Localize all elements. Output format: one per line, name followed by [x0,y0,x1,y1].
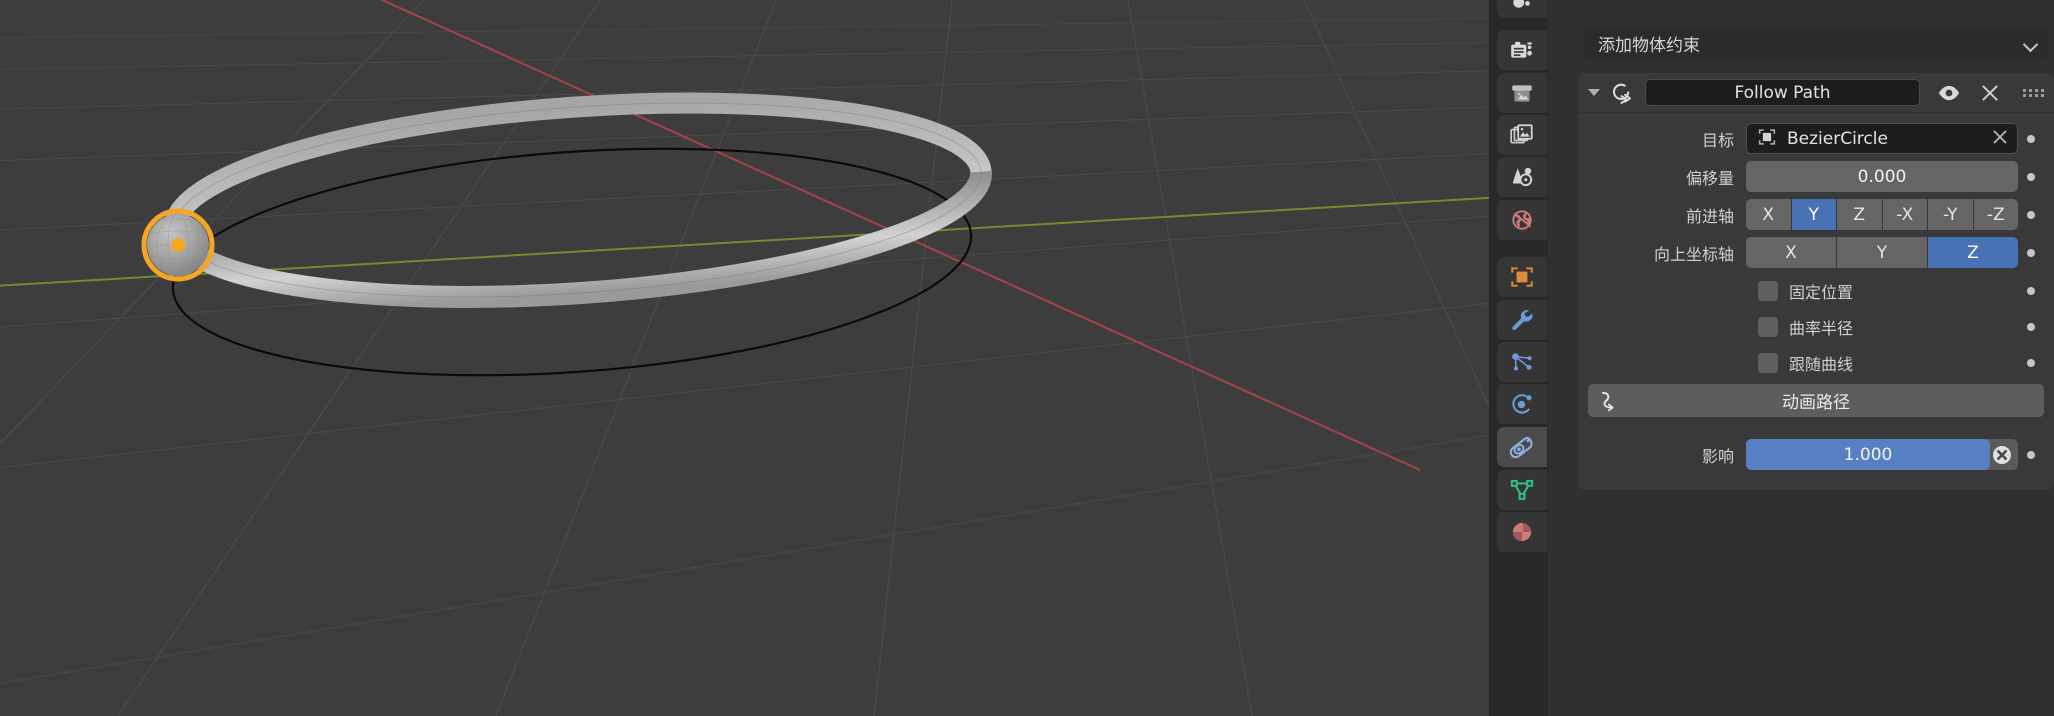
up-axis-option-y[interactable]: Y [1837,237,1927,268]
follow-curve-label: 跟随曲线 [1789,354,1854,374]
material-sphere-icon [1512,522,1532,542]
blender-window: 添加物体约束 Follow Path 目标 BezierCircle 偏移量 0… [0,0,2054,716]
offset-label: 偏移量 [1685,168,1734,188]
eye-icon[interactable] [1936,80,1962,106]
influence-value: 1.000 [1843,444,1893,465]
follow-path-icon [1609,80,1635,106]
view-layer-images-icon [1510,124,1533,144]
object-square-icon [1511,267,1533,287]
up-axis-enum: X Y Z [1746,237,2018,268]
constraint-body: 目标 BezierCircle 偏移量 0.000 前进轴 X Y Z -X -… [1578,113,2054,490]
target-object-name: BezierCircle [1787,128,1888,149]
scene-cone-icon [1512,167,1533,187]
properties-tab-strip [1489,0,1548,716]
influence-row: 影响 1.000 [1578,439,2054,470]
follow-curve-decorator[interactable] [2018,358,2044,367]
object-picker-icon [1756,126,1778,152]
tab-output[interactable] [1497,73,1547,113]
forward-axis-label: 前进轴 [1685,206,1734,226]
constraint-icon [1509,436,1533,459]
curve-radius-label: 曲率半径 [1789,318,1854,338]
object-origin-dot [171,238,185,252]
tab-world[interactable] [1497,200,1547,240]
tab-material[interactable] [1497,512,1547,552]
world-globe-icon [1512,210,1532,230]
up-axis-option-z[interactable]: Z [1928,237,2018,268]
curve-radius-row: 曲率半径 [1578,311,2054,342]
influence-clear-button[interactable] [1986,439,2018,470]
tab-modifiers[interactable] [1497,300,1547,340]
curve-radius-checkbox[interactable] [1758,316,1778,337]
constraint-name-value: Follow Path [1734,82,1831,103]
offset-value: 0.000 [1857,166,1907,187]
viewport-canvas [0,0,1489,716]
render-camera-icon [1511,41,1532,58]
animate-path-icon [1598,388,1624,414]
add-constraint-label: 添加物体约束 [1598,36,1700,56]
animate-path-label: 动画路径 [1782,393,1850,413]
constraint-header: Follow Path [1578,73,2054,113]
particles-icon [1512,353,1532,371]
tab-tool[interactable] [1497,0,1547,18]
target-object-field[interactable]: BezierCircle [1746,123,2018,154]
sphere-mesh[interactable] [141,208,215,282]
tab-particles[interactable] [1497,342,1547,382]
add-constraint-dropdown[interactable]: 添加物体约束 [1584,28,2048,59]
forward-axis-row: 前进轴 X Y Z -X -Y -Z [1578,199,2054,230]
up-axis-decorator[interactable] [2018,248,2044,257]
forward-axis-option-neg-y[interactable]: -Y [1928,199,1973,230]
tab-physics[interactable] [1497,384,1547,424]
tool-icon [1513,0,1530,8]
up-axis-row: 向上坐标轴 X Y Z [1578,237,2054,268]
target-decorator[interactable] [2018,134,2044,143]
constraint-name-input[interactable]: Follow Path [1645,79,1920,106]
offset-decorator[interactable] [2018,172,2044,181]
fixed-position-label: 固定位置 [1789,282,1854,302]
influence-slider[interactable]: 1.000 [1746,439,1990,470]
forward-axis-option-neg-x[interactable]: -X [1882,199,1927,230]
forward-axis-option-x[interactable]: X [1746,199,1791,230]
chevron-down-icon [2024,37,2038,51]
tab-data[interactable] [1497,470,1547,510]
fixed-position-checkbox[interactable] [1758,280,1778,301]
offset-value-field[interactable]: 0.000 [1746,161,2018,192]
tab-scene[interactable] [1497,157,1547,197]
drag-dots-icon[interactable] [2020,84,2044,102]
curve-radius-decorator[interactable] [2018,322,2044,331]
up-axis-label: 向上坐标轴 [1653,244,1734,264]
wrench-icon [1512,310,1533,331]
data-triangle-icon [1510,479,1534,500]
properties-content: 添加物体约束 Follow Path 目标 BezierCircle 偏移量 0… [1548,0,2054,716]
influence-label: 影响 [1701,446,1734,466]
target-label: 目标 [1701,130,1734,150]
tab-render[interactable] [1497,30,1547,70]
follow-path-constraint-panel: Follow Path 目标 BezierCircle 偏移量 0.000 前进… [1578,73,2054,490]
influence-decorator[interactable] [2018,450,2044,459]
target-row: 目标 BezierCircle [1578,123,2054,154]
tab-object[interactable] [1497,257,1547,297]
output-printer-icon [1512,85,1532,102]
follow-curve-checkbox[interactable] [1758,352,1778,373]
close-x-icon[interactable] [1978,81,2002,105]
forward-axis-option-y[interactable]: Y [1791,199,1836,230]
forward-axis-option-z[interactable]: Z [1837,199,1882,230]
fixed-position-row: 固定位置 [1578,275,2054,306]
triangle-down-icon[interactable] [1588,89,1600,96]
target-clear-icon[interactable] [1989,126,2011,152]
follow-curve-row: 跟随曲线 [1578,347,2054,378]
tab-constraints[interactable] [1497,427,1547,467]
tab-view-layer[interactable] [1497,115,1547,155]
3d-viewport[interactable] [0,0,1489,716]
animate-path-button[interactable]: 动画路径 [1588,384,2044,417]
forward-axis-option-neg-z[interactable]: -Z [1973,199,2018,230]
fixed-position-decorator[interactable] [2018,286,2044,295]
forward-axis-decorator[interactable] [2018,210,2044,219]
up-axis-option-x[interactable]: X [1746,237,1836,268]
physics-orbit-icon [1512,394,1532,414]
forward-axis-enum: X Y Z -X -Y -Z [1746,199,2018,230]
x-circle-icon [1993,445,2011,464]
properties-editor: 添加物体约束 Follow Path 目标 BezierCircle 偏移量 0… [1489,0,2054,716]
offset-row: 偏移量 0.000 [1578,161,2054,192]
